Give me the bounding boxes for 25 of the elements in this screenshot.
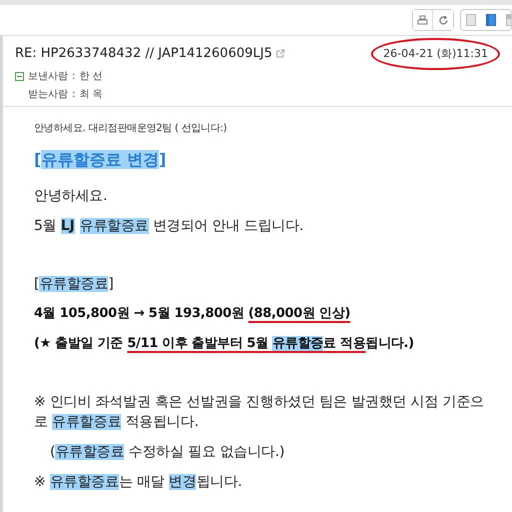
mail-subject: RE: HP2633748432 // JAP141260609LJ5 <box>15 45 272 63</box>
mail-paragraph: (★ 출발일 기준 5/11 이후 출발부터 5월 유류할증료 적용됩니다.) <box>34 334 415 352</box>
sender-name: 한 선 <box>79 70 103 84</box>
collapse-toggle[interactable] <box>15 72 24 80</box>
separator: : <box>72 88 76 102</box>
external-link-icon[interactable] <box>276 49 286 58</box>
mail-paragraph: ※ 인디비 좌석발권 혹은 선발권을 진행하셨던 팀은 발권했던 시점 기준으로 유류할증료 적용됩니다. <box>34 392 485 432</box>
print-button[interactable] <box>413 10 433 30</box>
mail-paragraph: 안녕하세요. 대리점판매운영2팀 ( 선입니다:) <box>34 122 228 136</box>
mail-paragraph: ※ 유류할증료는 매달 변경 됩니다. <box>34 472 243 492</box>
sender-label: 보낸사람 <box>28 70 68 84</box>
refresh-icon <box>438 14 448 26</box>
mail-paragraph: 5월 LJ 유류할증료 변경되어 안내 드립니다. <box>34 216 305 236</box>
mail-paragraph: 안녕하세요. <box>34 186 108 206</box>
mail-heading: [유류할증료 변경] <box>34 150 168 170</box>
mail-paragraph: (유류할증료 수정하실 필요 없습니다.) <box>49 442 286 462</box>
mail-date: 26-04-21 (화)11:31 <box>371 38 500 70</box>
split-pane-icon <box>486 14 496 26</box>
mail-paragraph: 4월 105,800원 → 5월 193,800원 (88,000원 인상) <box>34 304 352 322</box>
recipient-name: 최 옥 <box>79 88 103 102</box>
recipient-label: 받는사람 <box>28 88 68 102</box>
mail-paragraph: [유류할증료] <box>34 274 115 294</box>
print-icon <box>417 14 428 26</box>
single-pane-icon <box>466 14 476 26</box>
separator: : <box>72 70 76 84</box>
